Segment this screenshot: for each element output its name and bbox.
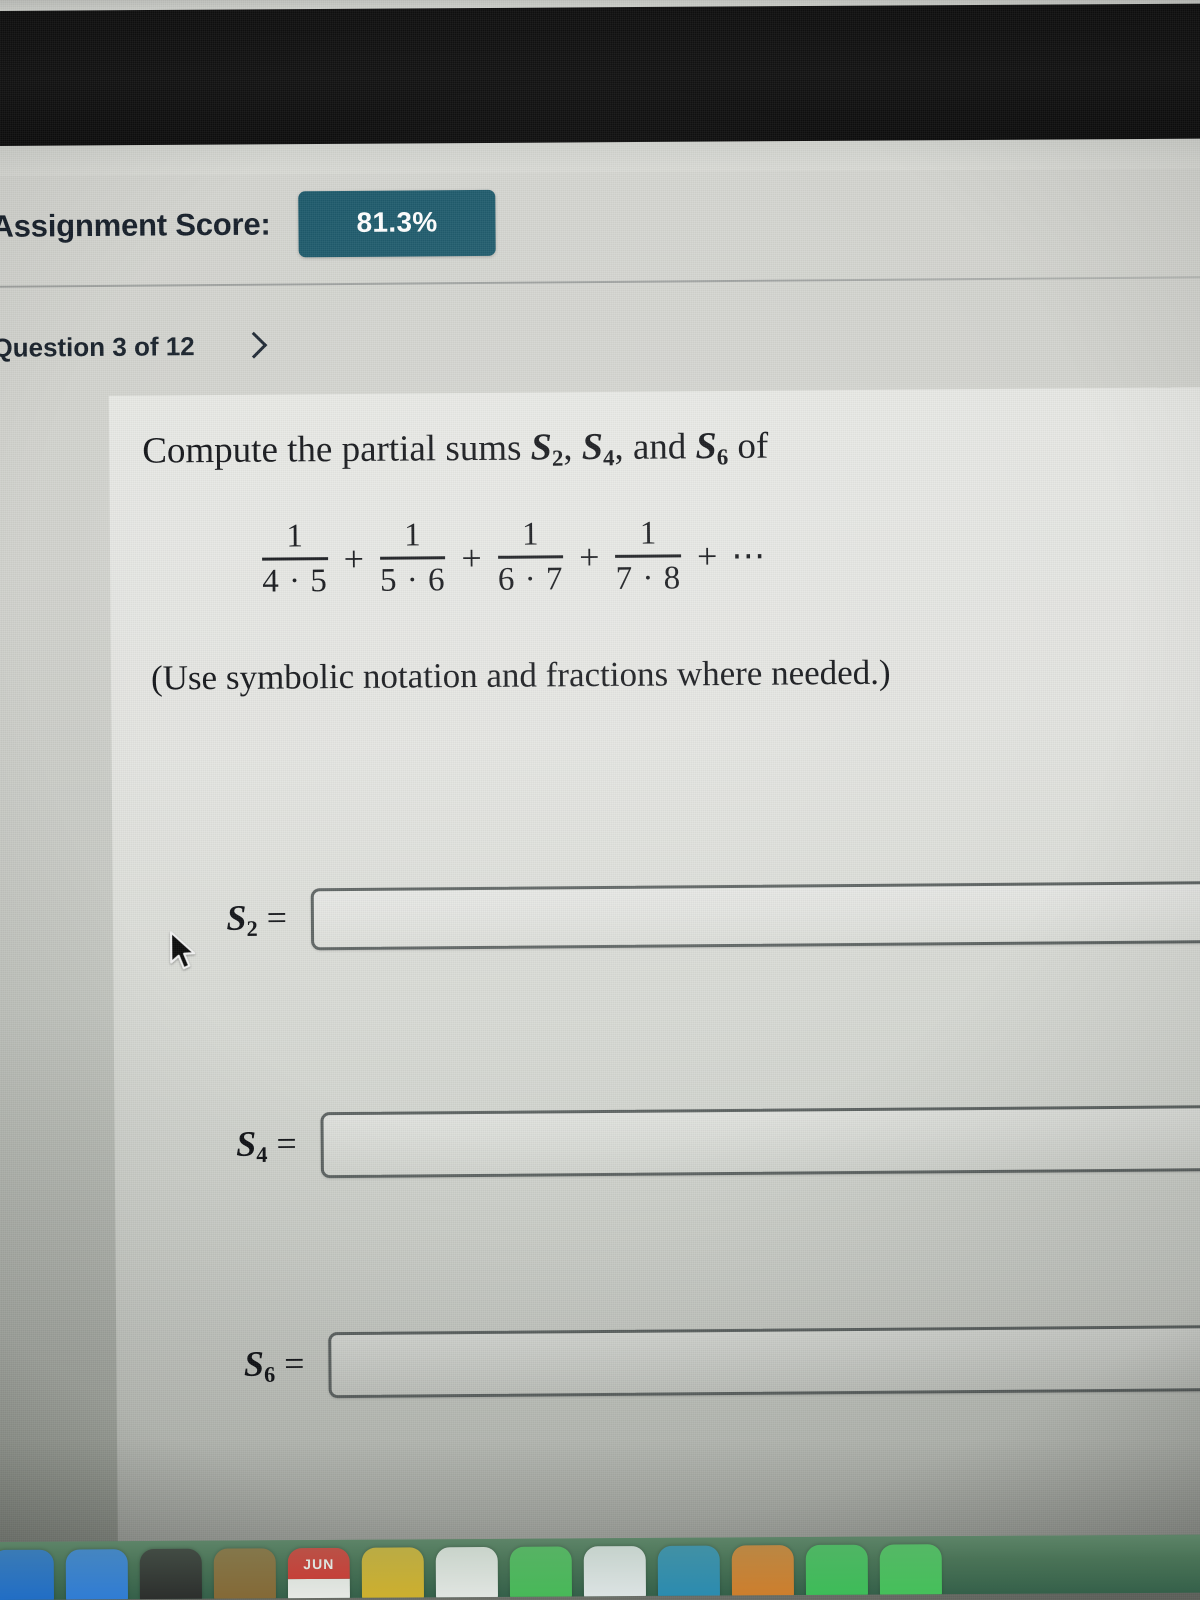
answer-row-s2: S2 = [181,881,1200,951]
fraction-term: 1 7 · 8 [615,515,682,597]
mouse-cursor-icon [169,931,196,970]
equals-sign: = [276,1123,297,1164]
fraction-denominator: 6 · 7 [497,561,564,598]
answer-var: S [236,1124,257,1165]
ellipsis-icon: ⋯ [731,537,768,575]
calendar-icon[interactable]: JUN [287,1547,351,1600]
fraction-numerator: 1 [286,518,304,555]
macos-dock: JUN [0,1534,1200,1600]
prompt-suffix: of [728,425,769,467]
maps-icon[interactable] [509,1546,573,1600]
fraction-term: 1 5 · 6 [379,517,446,599]
equals-sign: = [266,897,288,938]
plus-operator: + [579,536,600,578]
prompt-var-2: S [581,425,604,469]
question-note: (Use symbolic notation and fractions whe… [150,652,891,698]
assignment-score-row: Assignment Score: 81.3% [0,189,496,260]
assignment-score-badge: 81.3% [298,189,496,258]
equals-sign: = [283,1343,305,1384]
assignment-score-label: Assignment Score: [0,206,271,244]
fraction-denominator: 4 · 5 [262,563,328,600]
fraction-numerator: 1 [521,516,539,553]
answer-var-sub: 6 [263,1362,276,1388]
answer-row-s6: S6 = [198,1325,1200,1399]
answer-var-sub: 2 [246,916,258,942]
question-nav: Question 3 of 12 [0,330,267,364]
dock-icon-list: JUN [0,1543,1200,1600]
notes-icon[interactable] [361,1547,425,1600]
fraction-numerator: 1 [404,517,421,554]
question-prompt: Compute the partial sums S2, S4, and S6 … [142,424,768,475]
messages-icon[interactable] [657,1545,721,1600]
fraction-denominator: 7 · 8 [615,560,682,597]
prompt-var-3-sub: 6 [716,444,729,470]
plus-operator: + [696,536,718,577]
plus-operator: + [343,538,365,580]
answer-input-s4[interactable] [320,1105,1200,1179]
answer-label-s4: S4 = [191,1123,321,1169]
appstore-icon[interactable] [731,1545,795,1600]
prompt-sep-2: , and [614,426,696,468]
fraction-term: 1 4 · 5 [262,518,328,600]
answer-var: S [243,1344,265,1385]
answer-var-sub: 4 [256,1142,268,1168]
prompt-prefix: Compute the partial sums [142,427,531,472]
prompt-sep-1: , [563,427,582,469]
reminders-icon[interactable] [435,1546,499,1600]
prompt-var-1: S [530,426,552,469]
series-expression: 1 4 · 5 + 1 5 · 6 + 1 6 · 7 + 1 7 · 8 + … [256,515,768,600]
fraction-numerator: 1 [639,515,657,552]
fraction-term: 1 6 · 7 [497,516,564,598]
safari-icon[interactable] [0,1549,55,1600]
answer-row-s4: S4 = [190,1105,1200,1179]
prompt-var-2-sub: 4 [602,445,615,471]
photos-icon[interactable] [583,1545,647,1600]
answer-input-s6[interactable] [328,1325,1200,1399]
chevron-right-icon[interactable] [241,330,267,362]
answer-var: S [226,898,247,939]
answer-label-s2: S2 = [181,897,311,943]
music-icon[interactable] [879,1544,943,1600]
question-counter-label: Question 3 of 12 [0,330,195,363]
finder-icon[interactable] [139,1548,203,1600]
mail-icon[interactable] [65,1549,129,1600]
fraction-denominator: 5 · 6 [379,562,446,599]
screenshot-root: Assignment Score: 81.3% Question 3 of 12… [0,0,1200,1600]
header-divider [0,276,1200,288]
facetime-icon[interactable] [805,1544,869,1600]
prompt-var-3: S [695,425,717,468]
contacts-icon[interactable] [213,1548,277,1600]
prompt-var-1-sub: 2 [551,445,564,471]
page-content: Assignment Score: 81.3% Question 3 of 12… [0,0,1200,1600]
answer-input-s2[interactable] [310,881,1200,951]
plus-operator: + [461,537,482,579]
answer-label-s6: S6 = [198,1343,328,1389]
